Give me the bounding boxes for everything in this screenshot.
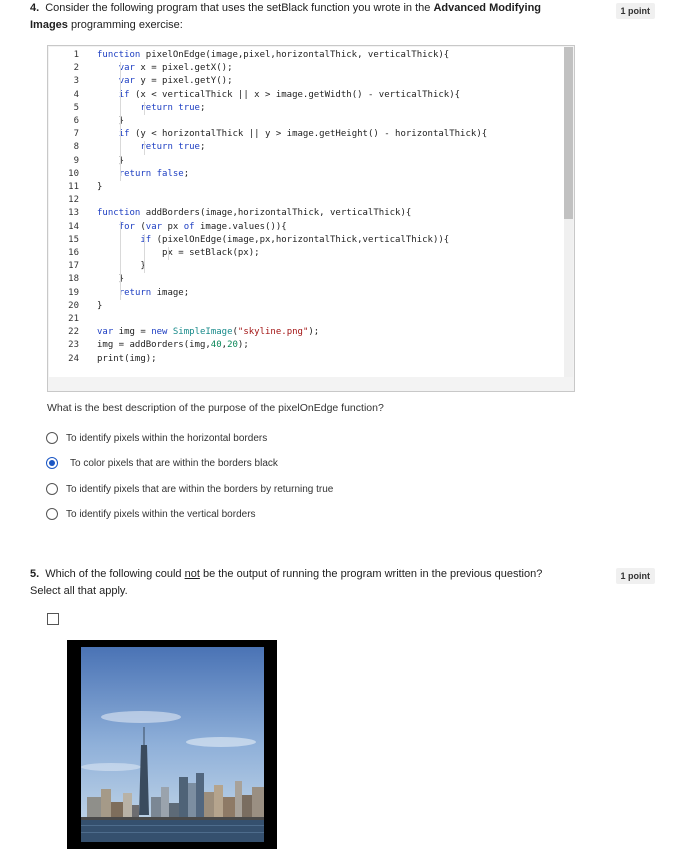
indent-guide [144,141,145,155]
line-number: 8 [73,142,79,153]
code-line: 2 var x = pixel.getX(); [49,62,549,75]
code-line: 24 print(img); [49,353,549,366]
question-5-text: 5. Which of the following could not be th… [30,568,543,597]
line-number: 18 [68,274,79,285]
option-label: To identify pixels within the horizontal… [66,432,268,444]
code-text: } [97,182,103,192]
code-line: 9 } [49,155,549,168]
line-number: 12 [68,195,79,206]
scrollbar-thumb[interactable] [564,47,573,219]
code-text: print(img); [97,353,157,364]
code-text: return image; [118,287,190,298]
line-number: 16 [68,248,79,258]
line-number: 17 [68,261,79,272]
code-text: var y = pixel.getY(); [118,76,233,87]
code-text: function pixelOnEdge(image,pixel,horizon… [97,50,450,60]
line-number: 15 [68,234,79,245]
code-line: 3 var y = pixel.getY(); [49,75,549,88]
line-number: 20 [68,300,79,311]
indent-guide [168,247,169,261]
line-number: 9 [73,155,79,166]
line-number: 1 [73,50,79,60]
code-line: 12 [49,194,549,207]
code-line: 19 return image; [49,287,549,300]
line-number: 21 [68,314,79,324]
code-text: return true; [140,142,206,153]
code-area[interactable]: 1 function pixelOnEdge(image,pixel,horizo… [49,47,565,377]
code-text: var img = new SimpleImage("skyline.png")… [97,327,320,338]
skyline-image-with-borders [67,640,277,849]
code-line: 5 return true; [49,102,549,115]
line-number: 24 [68,353,79,364]
code-editor[interactable]: 1 function pixelOnEdge(image,pixel,horizo… [47,45,575,392]
code-line: 1 function pixelOnEdge(image,pixel,horizo… [49,49,549,62]
code-text: } [97,300,103,311]
code-line: 8 return true; [49,141,549,154]
line-number: 13 [68,208,79,219]
answer-option[interactable]: To identify pixels within the vertical b… [46,506,256,522]
code-line: 20} [49,300,549,313]
indent-guide [144,233,145,274]
radio-button[interactable] [46,432,58,444]
code-line: 10 return false; [49,168,549,181]
indent-guide [120,62,121,181]
code-text: if (y < horizontalThick || y > image.get… [118,129,488,140]
answer-option-selected[interactable]: To color pixels that are within the bord… [46,455,278,471]
code-line: 6 } [49,115,549,128]
question-prompt: What is the best description of the purp… [47,402,384,414]
code-line: 22 var img = new SimpleImage("skyline.png… [49,326,549,339]
vertical-scrollbar[interactable] [564,47,573,377]
code-line: 7 if (y < horizontalThick || y > image.g… [49,128,549,141]
radio-button[interactable] [46,483,58,495]
code-line: 17 } [49,260,549,273]
skyline-photo [81,647,264,842]
code-line: 4 if (x < verticalThick || x > image.get… [49,89,549,102]
indent-guide [120,220,121,300]
code-text: if (x < verticalThick || x > image.getWi… [118,89,461,100]
code-text: img = addBorders(img,40,20); [97,340,249,351]
code-line: 16 px = setBlack(px); [49,247,549,260]
code-line: 18 } [49,273,549,286]
option-label: To identify pixels that are within the b… [66,483,334,495]
points-badge: 1 point [615,568,655,584]
answer-option[interactable]: To identify pixels within the horizontal… [46,430,267,446]
line-number: 4 [73,89,79,100]
radio-button[interactable] [46,508,58,520]
code-text: if (pixelOnEdge(image,px,horizontalThick… [140,234,450,245]
code-text: } [97,261,146,272]
code-line: 13 function addBorders(image,horizontalTh… [49,207,549,220]
radio-button-selected[interactable] [46,457,58,469]
line-number: 10 [68,168,79,179]
line-number: 14 [68,221,79,232]
line-number: 6 [73,116,79,126]
code-text: return true; [140,102,206,113]
code-line: 23 img = addBorders(img,40,20); [49,339,549,352]
code-line: 11} [49,181,549,194]
answer-option[interactable]: To identify pixels that are within the b… [46,481,333,497]
code-line: 15 if (pixelOnEdge(image,px,horizontalTh… [49,234,549,247]
line-number: 19 [68,287,79,298]
code-text: return false; [118,168,190,179]
line-number: 2 [73,63,79,74]
code-line: 21 [49,313,549,326]
answer-checkbox[interactable] [47,613,59,625]
code-text: for (var px of image.values()){ [118,221,287,232]
line-number: 7 [73,129,79,140]
line-number: 11 [68,182,79,192]
question-number: 5. [30,568,40,580]
line-number: 22 [68,327,79,338]
line-number: 5 [73,102,79,113]
code-text: var x = pixel.getX(); [118,63,233,74]
question-4-text: 4. Consider the following program that us… [30,2,542,31]
line-number: 23 [68,340,79,351]
question-number: 4. [30,2,40,14]
indent-guide [144,101,145,115]
line-number: 3 [73,76,79,87]
code-text: function addBorders(image,horizontalThic… [97,208,412,219]
code-line: 14 for (var px of image.values()){ [49,221,549,234]
option-label: To identify pixels within the vertical b… [66,508,256,520]
option-label: To color pixels that are within the bord… [70,457,278,469]
code-text: px = setBlack(px); [97,248,260,258]
points-badge: 1 point [615,3,655,19]
